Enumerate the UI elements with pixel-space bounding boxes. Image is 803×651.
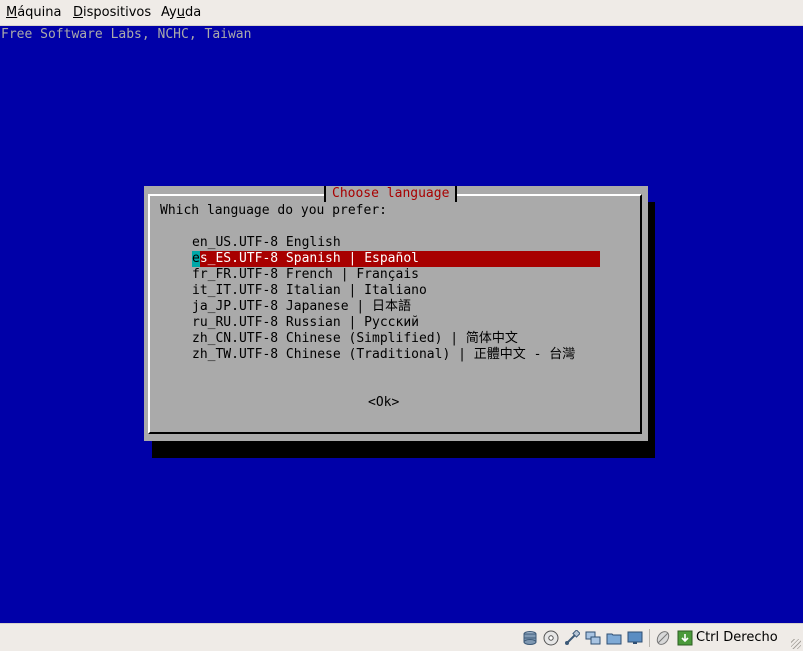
list-item-zh-cn[interactable]: zh_CN.UTF-8 Chinese (Simplified) | 简体中文 [192,331,600,347]
vm-screen[interactable]: Free Software Labs, NCHC, Taiwan Choose … [0,26,803,623]
status-separator [649,629,650,647]
menu-ayuda-accel: u [176,5,185,20]
menu-ayuda-label: da [184,5,202,20]
menu-bar: Máquina Dispositivos Ayuda [0,0,803,26]
hard-disk-icon[interactable] [522,630,538,646]
status-bar: Ctrl Derecho [0,623,803,651]
menu-ayuda[interactable]: Ayuda [161,5,201,20]
text-cursor: e [192,251,200,267]
shared-folder-icon[interactable] [606,630,622,646]
usb-icon[interactable] [564,629,581,646]
dialog-title: Choose language [324,186,458,202]
language-list: en_US.UTF-8 English es_ES.UTF-8 Spanish … [192,235,600,363]
menu-dispositivos-label: ispositivos [83,5,152,20]
list-item-es-es-label: s_ES.UTF-8 Spanish | Español [199,251,419,266]
dialog-prompt: Which language do you prefer: [160,203,387,218]
mouse-integration-icon[interactable] [655,630,671,646]
list-item-es-es[interactable]: es_ES.UTF-8 Spanish | Español [192,251,600,267]
list-item-ru-ru[interactable]: ru_RU.UTF-8 Russian | Русский [192,315,600,331]
menu-dispositivos-accel: D [73,5,84,20]
resize-grip-icon[interactable] [791,639,801,649]
keyboard-capture-icon[interactable] [677,630,693,646]
menu-dispositivos[interactable]: Dispositivos [73,5,151,20]
list-item-ja-jp[interactable]: ja_JP.UTF-8 Japanese | 日本語 [192,299,600,315]
menu-maquina-accel: M [6,5,18,20]
display-icon[interactable] [627,630,643,646]
list-item-fr-fr[interactable]: fr_FR.UTF-8 French | Français [192,267,600,283]
menu-ayuda-pre: Ay [161,5,177,20]
list-item-it-it[interactable]: it_IT.UTF-8 Italian | Italiano [192,283,600,299]
network-icon[interactable] [585,630,601,646]
menu-maquina[interactable]: Máquina [6,5,62,20]
cd-icon[interactable] [543,630,559,646]
host-key-label: Ctrl Derecho [696,630,778,645]
list-item-zh-tw[interactable]: zh_TW.UTF-8 Chinese (Traditional) | 正體中文… [192,347,600,363]
ok-button[interactable]: <Ok> [368,395,399,411]
menu-maquina-label: áquina [17,5,62,20]
list-item-en-us[interactable]: en_US.UTF-8 English [192,235,600,251]
language-dialog: Choose language Which language do you pr… [144,186,648,441]
backtitle: Free Software Labs, NCHC, Taiwan [1,27,252,42]
